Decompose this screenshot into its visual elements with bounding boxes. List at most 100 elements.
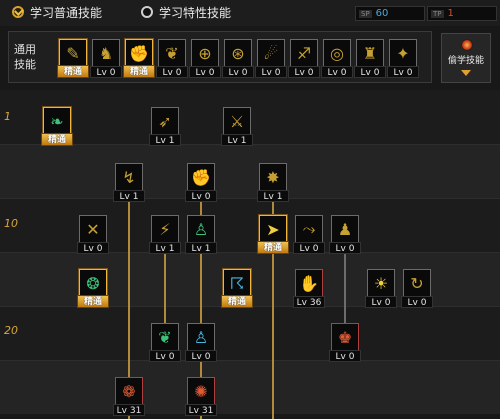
skill-level-label: Lv 0 bbox=[387, 66, 419, 78]
tp-tag: TP bbox=[431, 9, 444, 18]
skill-slot[interactable]: ❧ 精通 bbox=[41, 107, 73, 146]
tab-trait-skills[interactable]: 学习特性技能 bbox=[141, 4, 231, 20]
row-divider bbox=[0, 198, 500, 199]
skill-slot[interactable]: ☄ Lv 0 bbox=[255, 39, 287, 78]
tab-trait-skills-label: 学习特性技能 bbox=[159, 5, 232, 20]
sp-tag: SP bbox=[359, 9, 372, 18]
runner-icon: ♐ bbox=[290, 39, 318, 67]
skill-tree: 1 10 20 ❧ 精通 ➶ Lv 1 ⚔ Lv 1 ↯ Lv 1 ✊ Lv 0 ✸ Lv 1 ✕ Lv … bbox=[0, 90, 500, 419]
skill-level-label: Lv 0 bbox=[255, 66, 287, 78]
skill-slot[interactable]: ♙ Lv 1 bbox=[185, 215, 217, 254]
spiral-icon: ◎ bbox=[323, 39, 351, 67]
checked-radio-icon bbox=[12, 6, 24, 18]
skill-level-label: Lv 0 bbox=[365, 296, 397, 308]
skill-level-label: Lv 1 bbox=[221, 134, 253, 146]
skill-slot[interactable]: ✊ 精通 bbox=[123, 39, 155, 78]
level-marker: 1 bbox=[4, 110, 11, 123]
tp-value: 1 bbox=[447, 8, 454, 19]
skill-slot[interactable]: ✺ Lv 31 bbox=[185, 377, 217, 416]
flame-knight-icon: ♞ bbox=[92, 39, 120, 67]
tree-row bbox=[0, 360, 500, 414]
skill-slot[interactable]: ➤ 精通 bbox=[257, 215, 289, 254]
skill-level-label: Lv 0 bbox=[185, 190, 217, 202]
skill-level-label: Lv 0 bbox=[401, 296, 433, 308]
mastered-badge: 精通 bbox=[257, 241, 289, 254]
skill-slot[interactable]: ☀ Lv 0 bbox=[365, 269, 397, 308]
skill-slot[interactable]: ♜ Lv 0 bbox=[354, 39, 386, 78]
skill-slot[interactable]: ♚ Lv 0 bbox=[329, 323, 361, 362]
green-flame-icon: ❦ bbox=[151, 323, 179, 351]
steal-skill-button[interactable]: 偷学技能 bbox=[441, 33, 491, 83]
tab-normal-skills[interactable]: 学习普通技能 bbox=[12, 4, 102, 20]
level-marker: 10 bbox=[4, 217, 18, 230]
skill-slot[interactable]: ♙ Lv 0 bbox=[185, 323, 217, 362]
skill-level-label: Lv 0 bbox=[321, 66, 353, 78]
row-divider bbox=[0, 252, 500, 253]
skill-level-label: Lv 0 bbox=[288, 66, 320, 78]
aura-body-icon: ♙ bbox=[187, 323, 215, 351]
skill-slot[interactable]: ♞ Lv 0 bbox=[90, 39, 122, 78]
skill-slot[interactable]: ⊛ Lv 0 bbox=[222, 39, 254, 78]
skill-slot[interactable]: ☈ 精通 bbox=[221, 269, 253, 308]
mastered-badge: 精通 bbox=[77, 295, 109, 308]
whirl-icon: ↻ bbox=[403, 269, 431, 297]
top-bar: 学习普通技能 学习特性技能 SP 60 TP 1 bbox=[0, 0, 500, 26]
skill-level-label: Lv 1 bbox=[149, 134, 181, 146]
skill-level-label: Lv 36 bbox=[293, 296, 325, 308]
skill-level-label: Lv 0 bbox=[189, 66, 221, 78]
skill-slot[interactable]: ⚡ Lv 1 bbox=[149, 215, 181, 254]
mastered-badge: 精通 bbox=[41, 133, 73, 146]
skill-slot[interactable]: ✦ Lv 0 bbox=[387, 39, 419, 78]
skill-level-label: Lv 0 bbox=[149, 350, 181, 362]
aura-man-icon: ✦ bbox=[389, 39, 417, 67]
skill-level-label: Lv 0 bbox=[293, 242, 325, 254]
skill-level-label: Lv 31 bbox=[185, 404, 217, 416]
level-marker: 20 bbox=[4, 324, 18, 337]
energy-wave-icon: ❂ bbox=[79, 269, 107, 297]
skill-slot[interactable]: ♟ Lv 0 bbox=[329, 215, 361, 254]
dropdown-arrow-icon bbox=[461, 70, 471, 76]
fire-punch-icon: ✋ bbox=[295, 269, 323, 297]
skill-slot[interactable]: ◎ Lv 0 bbox=[321, 39, 353, 78]
radio-icon bbox=[141, 6, 153, 18]
skill-slot[interactable]: ❁ Lv 31 bbox=[113, 377, 145, 416]
skill-slot[interactable]: ➶ Lv 1 bbox=[149, 107, 181, 146]
row-divider bbox=[0, 360, 500, 361]
skill-slot[interactable]: ⊕ Lv 0 bbox=[189, 39, 221, 78]
tree-row bbox=[0, 198, 500, 252]
skill-slot[interactable]: ↻ Lv 0 bbox=[401, 269, 433, 308]
skill-slot[interactable]: ♐ Lv 0 bbox=[288, 39, 320, 78]
skill-slot[interactable]: ✊ Lv 0 bbox=[185, 163, 217, 202]
skill-level-label: Lv 0 bbox=[329, 242, 361, 254]
tp-points: TP 1 bbox=[427, 6, 497, 21]
fist-strike-icon: ✊ bbox=[125, 39, 153, 67]
skill-level-label: Lv 0 bbox=[329, 350, 361, 362]
tree-row bbox=[0, 144, 500, 198]
skill-slot[interactable]: ✕ Lv 0 bbox=[77, 215, 109, 254]
crosshair-icon: ⊛ bbox=[224, 39, 252, 67]
mastered-badge: 精通 bbox=[123, 65, 155, 78]
skill-slot[interactable]: ❂ 精通 bbox=[77, 269, 109, 308]
burst-icon: ✸ bbox=[259, 163, 287, 191]
flame-spin-icon: ❁ bbox=[115, 377, 143, 405]
leaf-spirit-icon: ❧ bbox=[43, 107, 71, 135]
general-skills-title: 通用技能 bbox=[14, 43, 36, 71]
flame-burst-icon: ✺ bbox=[187, 377, 215, 405]
fire-orb-icon bbox=[461, 39, 473, 51]
skill-slot[interactable]: ↯ Lv 1 bbox=[113, 163, 145, 202]
wind-slash-icon: ☈ bbox=[223, 269, 251, 297]
skill-level-label: Lv 1 bbox=[185, 242, 217, 254]
skill-slot[interactable]: ❦ Lv 0 bbox=[156, 39, 188, 78]
skill-slot[interactable]: ✋ Lv 36 bbox=[293, 269, 325, 308]
skill-level-label: Lv 0 bbox=[90, 66, 122, 78]
skill-level-label: Lv 0 bbox=[185, 350, 217, 362]
slide-icon: ⤳ bbox=[295, 215, 323, 243]
fire-beam-icon: ☀ bbox=[367, 269, 395, 297]
skill-slot[interactable]: ⤳ Lv 0 bbox=[293, 215, 325, 254]
dash-icon: ➤ bbox=[259, 215, 287, 243]
skill-slot[interactable]: ✎ 精通 bbox=[57, 39, 89, 78]
skill-slot[interactable]: ⚔ Lv 1 bbox=[221, 107, 253, 146]
skill-slot[interactable]: ✸ Lv 1 bbox=[257, 163, 289, 202]
skill-slot[interactable]: ❦ Lv 0 bbox=[149, 323, 181, 362]
sp-value: 60 bbox=[375, 8, 389, 19]
